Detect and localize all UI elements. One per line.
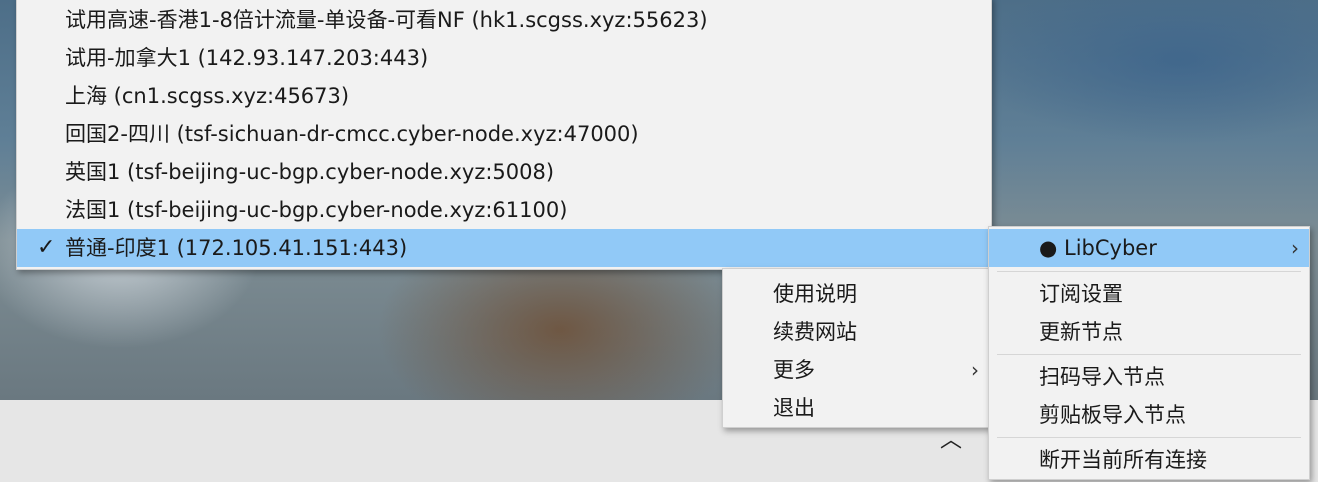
- server-item-label: 试用-加拿大1 (142.93.147.203:443): [65, 46, 429, 70]
- menu-item-label: 更多: [773, 358, 815, 382]
- server-item-hk1[interactable]: 试用高速-香港1-8倍计流量-单设备-可看NF (hk1.scgss.xyz:5…: [17, 1, 991, 39]
- menu-item-label: 扫码导入节点: [1039, 365, 1165, 389]
- menu-item-clipboard-import[interactable]: 剪贴板导入节点: [989, 396, 1309, 434]
- menu-item-help[interactable]: 使用说明: [723, 275, 989, 313]
- server-item-label: 回国2-四川 (tsf-sichuan-dr-cmcc.cyber-node.x…: [65, 122, 639, 146]
- checkmark-icon: ✓: [37, 235, 56, 260]
- menu-item-label: 断开当前所有连接: [1039, 448, 1207, 472]
- server-item-canada1[interactable]: 试用-加拿大1 (142.93.147.203:443): [17, 39, 991, 77]
- chevron-up-icon[interactable]: ︿: [936, 428, 966, 454]
- menu-item-disconnect-all[interactable]: 断开当前所有连接: [989, 441, 1309, 479]
- server-item-sichuan[interactable]: 回国2-四川 (tsf-sichuan-dr-cmcc.cyber-node.x…: [17, 115, 991, 153]
- server-item-india1[interactable]: ✓ 普通-印度1 (172.105.41.151:443): [17, 229, 991, 267]
- menu-item-update-nodes[interactable]: 更新节点: [989, 313, 1309, 351]
- menu-item-label: 使用说明: [773, 282, 857, 306]
- menu-item-label: 退出: [773, 396, 815, 420]
- menu-item-subscription-settings[interactable]: 订阅设置: [989, 275, 1309, 313]
- menu-item-label: ● LibCyber: [1039, 236, 1157, 260]
- server-item-shanghai[interactable]: 上海 (cn1.scgss.xyz:45673): [17, 77, 991, 115]
- menu-item-renew[interactable]: 续费网站: [723, 313, 989, 351]
- menu-separator: [997, 437, 1301, 438]
- menu-item-label: 更新节点: [1039, 320, 1123, 344]
- tray-context-menu: 使用说明 续费网站 更多 › 退出: [722, 268, 990, 428]
- server-item-label: 英国1 (tsf-beijing-uc-bgp.cyber-node.xyz:5…: [65, 160, 555, 184]
- menu-item-label: 续费网站: [773, 320, 857, 344]
- menu-item-libcyber[interactable]: ● LibCyber ›: [989, 229, 1309, 267]
- menu-item-label: 订阅设置: [1039, 282, 1123, 306]
- server-item-label: 试用高速-香港1-8倍计流量-单设备-可看NF (hk1.scgss.xyz:5…: [65, 8, 708, 32]
- chevron-right-icon: ›: [1291, 236, 1299, 260]
- server-item-label: 普通-印度1 (172.105.41.151:443): [65, 236, 408, 260]
- server-list-menu: 试用高速-香港1-8倍计流量-单设备-可看NF (hk1.scgss.xyz:5…: [16, 0, 992, 270]
- chevron-right-icon: ›: [971, 358, 979, 382]
- menu-separator: [997, 354, 1301, 355]
- libcyber-submenu: ● LibCyber › 订阅设置 更新节点 扫码导入节点 剪贴板导入节点 断开…: [988, 226, 1310, 480]
- menu-item-scan-import[interactable]: 扫码导入节点: [989, 358, 1309, 396]
- server-item-uk1[interactable]: 英国1 (tsf-beijing-uc-bgp.cyber-node.xyz:5…: [17, 153, 991, 191]
- menu-item-exit[interactable]: 退出: [723, 389, 989, 427]
- menu-item-more[interactable]: 更多 ›: [723, 351, 989, 389]
- menu-item-label: 剪贴板导入节点: [1039, 403, 1186, 427]
- server-item-label: 上海 (cn1.scgss.xyz:45673): [65, 84, 350, 108]
- menu-separator: [997, 271, 1301, 272]
- server-item-label: 法国1 (tsf-beijing-uc-bgp.cyber-node.xyz:6…: [65, 198, 568, 222]
- server-item-france1[interactable]: 法国1 (tsf-beijing-uc-bgp.cyber-node.xyz:6…: [17, 191, 991, 229]
